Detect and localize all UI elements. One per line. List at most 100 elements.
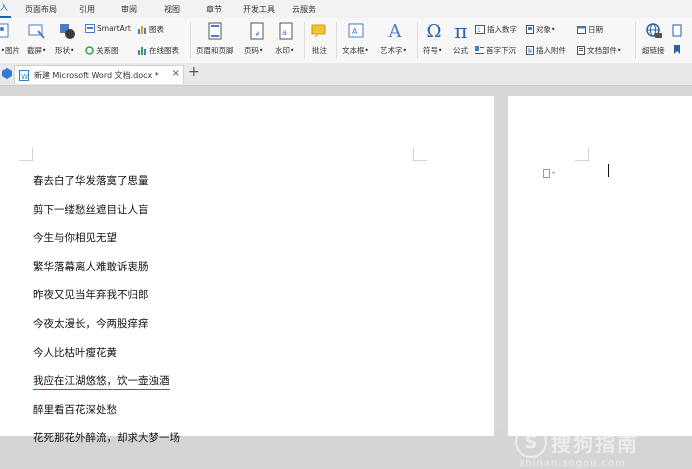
menu-view[interactable]: 视图 <box>164 4 180 15</box>
textbox-icon: A <box>347 22 365 40</box>
close-tab-icon[interactable]: × <box>172 68 180 79</box>
date-button[interactable]: 日期 <box>577 24 603 35</box>
ribbon-separator <box>336 22 337 59</box>
sogou-logo-icon: S <box>515 426 547 458</box>
object-icon <box>526 25 534 34</box>
svg-text:A: A <box>352 27 358 36</box>
picture-icon <box>0 22 10 40</box>
document-line[interactable]: 昨夜又见当年弃我不归郎 <box>33 287 149 302</box>
formula-button[interactable]: 公式 <box>453 45 468 56</box>
menu-review[interactable]: 审阅 <box>121 4 137 15</box>
ribbon-separator <box>417 22 418 59</box>
wordart-icon: A <box>386 20 404 42</box>
doc-parts-button[interactable]: 文档部件• <box>577 45 621 56</box>
ribbon-separator <box>304 22 305 59</box>
wordart-button[interactable]: 艺术字• <box>380 45 407 56</box>
document-line[interactable]: 醉里看百花深处愁 <box>33 402 117 417</box>
doc-parts-icon <box>577 46 585 55</box>
picture-label: 图片• <box>0 46 20 55</box>
chart-icon <box>138 26 146 34</box>
date-label: 日期 <box>588 25 603 34</box>
insert-number-label: 插入数字 <box>487 25 517 34</box>
document-page-2[interactable] <box>508 96 692 436</box>
smartart-label: SmartArt <box>97 24 131 33</box>
page-number-button[interactable]: 页码• <box>244 45 263 56</box>
margin-corner-mark <box>19 147 33 161</box>
ribbon-toolbar: 图片• 截屏• 形状• SmartArt 图表 关系图 在线图表 页眉和页脚 #… <box>0 18 692 64</box>
menu-references[interactable]: 引用 <box>79 4 95 15</box>
attachment-button[interactable]: 插入附件 <box>526 45 566 56</box>
globe-link-icon <box>645 22 663 40</box>
document-canvas[interactable]: 春去白了华发落寞了思量 剪下一缕愁丝遮目让人盲 今生与你相见无望繁华落幕离人难敢诉衷… <box>0 86 692 469</box>
document-line[interactable]: 剪下一缕愁丝遮目让人盲 <box>33 202 149 217</box>
document-tab-title: 新建 Microsoft Word 文档.docx * <box>34 70 159 80</box>
word-doc-icon: W <box>19 69 29 81</box>
app-logo-icon <box>2 68 12 81</box>
svg-text:#: # <box>255 31 260 38</box>
menu-developer[interactable]: 开发工具 <box>243 4 275 15</box>
text-cursor <box>608 164 609 177</box>
svg-text:1: 1 <box>477 27 481 34</box>
bookmark-icon[interactable] <box>672 45 682 55</box>
shape-icon <box>58 22 76 40</box>
chart-label: 图表 <box>149 25 164 34</box>
symbol-button[interactable]: 符号• <box>423 45 442 56</box>
textbox-button[interactable]: 文本框• <box>342 45 369 56</box>
watermark-icon: a <box>277 22 295 40</box>
online-chart-button[interactable]: 在线图表 <box>138 45 179 56</box>
menu-page-layout[interactable]: 页面布局 <box>25 4 57 15</box>
margin-corner-mark <box>413 147 427 161</box>
page-number-icon: # <box>248 22 266 40</box>
screenshot-button[interactable]: 截屏• <box>27 45 46 56</box>
drop-cap-button[interactable]: 首字下沉 <box>475 45 516 56</box>
online-chart-label: 在线图表 <box>149 46 179 55</box>
document-line[interactable]: 春去白了华发落寞了思量 <box>33 173 149 188</box>
document-page-1[interactable]: 春去白了华发落寞了思量 剪下一缕愁丝遮目让人盲 今生与你相见无望繁华落幕离人难敢诉衷… <box>0 96 494 444</box>
sogou-watermark: S 搜狗指南 zhinan.sogou.com <box>515 426 639 469</box>
document-line[interactable]: 我应在江湖悠悠，饮一壶浊酒 <box>33 373 170 391</box>
document-line[interactable]: 今夜太漫长，今两股痒痒 <box>33 316 149 331</box>
relation-chart-icon <box>85 46 94 55</box>
chart-button[interactable]: 图表 <box>138 24 164 35</box>
omega-icon: Ω <box>425 21 443 42</box>
paragraph-marker-icon <box>543 163 557 182</box>
ribbon-separator <box>635 22 636 59</box>
ribbon-separator <box>190 22 191 59</box>
document-line[interactable]: 今生与你相见无望 <box>33 230 117 245</box>
doc-parts-label: 文档部件• <box>587 46 622 55</box>
menu-chapter[interactable]: 章节 <box>206 4 222 15</box>
calendar-icon <box>577 26 586 34</box>
shape-button[interactable]: 形状• <box>55 45 74 56</box>
object-label: 对象• <box>536 25 556 34</box>
document-line[interactable]: 今人比枯叶瘦花黄 <box>33 345 117 360</box>
drop-cap-icon <box>475 46 484 54</box>
document-line[interactable]: 繁华落幕离人难敢诉衷肠 <box>33 259 149 274</box>
menu-cloud[interactable]: 云服务 <box>292 4 316 15</box>
header-footer-button[interactable]: 页眉和页脚 <box>196 45 234 56</box>
hyperlink-button[interactable]: 超链接 <box>642 45 665 56</box>
relation-chart-button[interactable]: 关系图 <box>85 45 119 56</box>
document-tab-bar: W 新建 Microsoft Word 文档.docx * × + <box>0 63 692 86</box>
svg-text:W: W <box>21 73 28 81</box>
watermark-button[interactable]: 水印• <box>275 45 294 56</box>
pi-glyph: π <box>454 19 468 43</box>
pi-icon: π <box>452 19 470 43</box>
menu-insert[interactable]: 插入 <box>0 2 11 18</box>
comment-icon <box>310 22 328 40</box>
document-tab[interactable]: W 新建 Microsoft Word 文档.docx * × <box>14 65 184 84</box>
insert-number-button[interactable]: 1 插入数字 <box>475 24 517 35</box>
menu-bar: 插入 页面布局 引用 审阅 视图 章节 开发工具 云服务 <box>0 0 692 18</box>
wordart-glyph: A <box>388 20 402 42</box>
drop-cap-label: 首字下沉 <box>486 46 516 55</box>
picture-button[interactable]: 图片• <box>0 45 20 56</box>
smartart-button[interactable]: SmartArt <box>85 24 131 33</box>
attachment-icon <box>526 46 534 55</box>
new-tab-icon[interactable]: + <box>188 64 200 80</box>
object-button[interactable]: 对象• <box>526 24 555 35</box>
svg-text:a: a <box>282 28 287 37</box>
online-chart-icon <box>138 47 146 55</box>
menu-insert-label: 插入 <box>0 3 8 12</box>
comment-button[interactable]: 批注 <box>312 45 327 56</box>
screenshot-icon <box>28 22 46 40</box>
document-line[interactable]: 花死那花外醉流，却求大梦一场 <box>33 430 180 445</box>
